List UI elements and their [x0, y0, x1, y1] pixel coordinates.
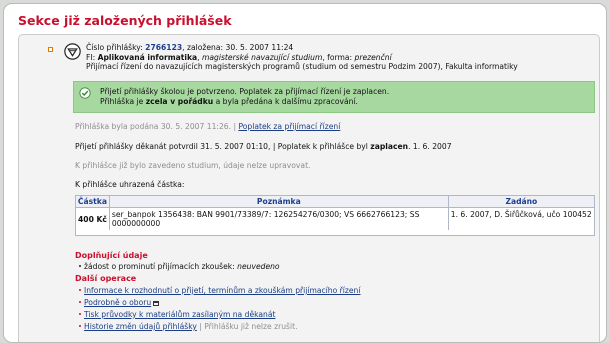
table-header: Částka Poznámka Zadáno: [76, 196, 594, 208]
check-circle-icon: [79, 87, 91, 99]
faculty-prefix: FI:: [86, 52, 98, 62]
dean-text: Přijetí přihlášky děkanát potvrdil 31. 5…: [75, 142, 371, 151]
new-window-icon: [153, 300, 160, 306]
table-row: 400 Kč ser_banpok 1356438: BAN 9901/7338…: [76, 207, 594, 231]
payment-entered: 1. 6. 2007, D. Šiřůčková, učo 100452: [450, 209, 592, 219]
confirmation-line-2c: a byla předána k dalšímu zpracování.: [213, 97, 358, 106]
operations-title: Další operace: [75, 274, 137, 283]
operation-item: Tisk průvodky k materiálům zasílaným na …: [78, 310, 275, 319]
change-history-link[interactable]: Historie změn údajů přihlášky: [84, 322, 197, 331]
fee-status: zaplacen: [370, 142, 409, 151]
payments-table: Částka Poznámka Zadáno 400 Kč ser_banpok…: [75, 195, 595, 236]
decision-info-link[interactable]: Informace k rozhodnutí o přijetí, termín…: [84, 286, 360, 295]
paid-label: K přihlášce uhrazená částka:: [75, 180, 185, 189]
operation-item: Informace k rozhodnutí o přijetí, termín…: [78, 286, 360, 295]
submitted-line: Přihláška byla podána 30. 5. 2007 11:26.…: [75, 122, 340, 131]
application-window: Sekce již založených přihlášek Číslo při…: [3, 3, 607, 343]
program-name: Aplikovaná informatika: [97, 52, 198, 62]
confirmation-line-2a: Přihláška je: [100, 97, 146, 106]
admission-procedure: Přijímací řízení do navazujících magiste…: [86, 62, 518, 72]
form-label: , forma:: [322, 52, 355, 62]
cannot-cancel-note: | Přihlášku již nelze zrušit.: [196, 322, 298, 331]
page-title: Sekce již založených přihlášek: [18, 13, 232, 28]
additional-title: Doplňující údaje: [75, 251, 148, 260]
waiver-label: žádost o prominutí přijímacích zkoušek:: [84, 262, 238, 271]
payment-note: ser_banpok 1356438: BAN 9901/73389/7: 12…: [109, 207, 449, 231]
waiver-value: neuvedeno: [237, 262, 280, 271]
study-form: prezenční: [354, 52, 392, 62]
university-logo-icon: [64, 43, 81, 60]
dean-date: . 1. 6. 2007: [408, 142, 452, 151]
fee-link[interactable]: Poplatek za přijímací řízení: [238, 122, 340, 131]
print-cover-link[interactable]: Tisk průvodky k materiálům zasílaným na …: [84, 310, 275, 319]
payment-amount: 400 Kč: [76, 207, 110, 231]
application-info: Číslo přihlášky: 2766123, založena: 30. …: [86, 43, 596, 72]
submitted-text: Přihláška byla podána 30. 5. 2007 11:26.…: [75, 122, 239, 131]
study-type: magisterské navazující studium: [201, 52, 323, 62]
field-details-link[interactable]: Podrobně o oboru: [84, 298, 151, 307]
confirmation-status: zcela v pořádku: [145, 97, 214, 106]
confirmation-box: Přijetí přihlášky školou je potvrzeno. P…: [73, 81, 595, 113]
waiver-item: žádost o prominutí přijímacích zkoušek: …: [79, 262, 280, 271]
col-note: Poznámka: [109, 196, 449, 208]
col-entered: Zadáno: [448, 196, 594, 208]
application-number-label: Číslo přihlášky:: [86, 43, 143, 52]
confirmation-line-1: Přijetí přihlášky školou je potvrzeno. P…: [100, 87, 390, 96]
study-note: K přihlášce již bylo zavedeno studium, ú…: [75, 161, 311, 170]
application-founded: , založena: 30. 5. 2007 11:24: [182, 43, 294, 52]
application-number: 2766123: [145, 43, 183, 52]
dean-confirmation-line: Přijetí přihlášky děkanát potvrdil 31. 5…: [75, 142, 452, 151]
operation-item: Podrobně o oboru: [78, 298, 160, 307]
operation-item: Historie změn údajů přihlášky | Přihlášk…: [78, 322, 298, 331]
orange-bullet-icon: [48, 47, 53, 52]
col-amount: Částka: [76, 196, 110, 208]
